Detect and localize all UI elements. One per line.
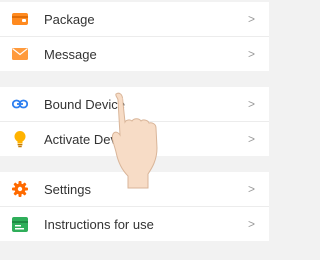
menu-item-message[interactable]: Message > bbox=[0, 37, 269, 71]
menu-group-devices: Bound Device > Activate Device > bbox=[0, 87, 269, 156]
chevron-right-icon: > bbox=[247, 217, 255, 231]
menu-item-package[interactable]: Package > bbox=[0, 2, 269, 37]
section-divider bbox=[0, 71, 269, 87]
menu-item-label: Activate Device bbox=[44, 131, 134, 147]
menu-item-settings[interactable]: Settings > bbox=[0, 172, 269, 207]
menu-group-general: Settings > Instructions for use > bbox=[0, 172, 269, 241]
lightbulb-icon bbox=[11, 130, 29, 148]
manual-icon bbox=[11, 215, 29, 233]
menu-item-activate-device[interactable]: Activate Device > bbox=[0, 122, 269, 156]
menu-item-label: Package bbox=[44, 11, 95, 27]
menu-item-label: Bound Device bbox=[44, 96, 125, 112]
package-icon bbox=[11, 10, 29, 28]
menu-item-instructions[interactable]: Instructions for use > bbox=[0, 207, 269, 241]
menu-item-label: Settings bbox=[44, 181, 91, 197]
chevron-right-icon: > bbox=[247, 132, 255, 146]
chevron-right-icon: > bbox=[247, 47, 255, 61]
chevron-right-icon: > bbox=[247, 12, 255, 26]
menu-item-label: Instructions for use bbox=[44, 216, 154, 232]
envelope-icon bbox=[11, 45, 29, 63]
chevron-right-icon: > bbox=[247, 182, 255, 196]
settings-menu-screen: Package > Message > Bound Device > Activ… bbox=[0, 2, 269, 260]
section-divider bbox=[0, 156, 269, 172]
link-icon bbox=[11, 95, 29, 113]
gear-icon bbox=[11, 180, 29, 198]
menu-item-label: Message bbox=[44, 46, 97, 62]
menu-group-account: Package > Message > bbox=[0, 2, 269, 71]
menu-item-bound-device[interactable]: Bound Device > bbox=[0, 87, 269, 122]
chevron-right-icon: > bbox=[247, 97, 255, 111]
